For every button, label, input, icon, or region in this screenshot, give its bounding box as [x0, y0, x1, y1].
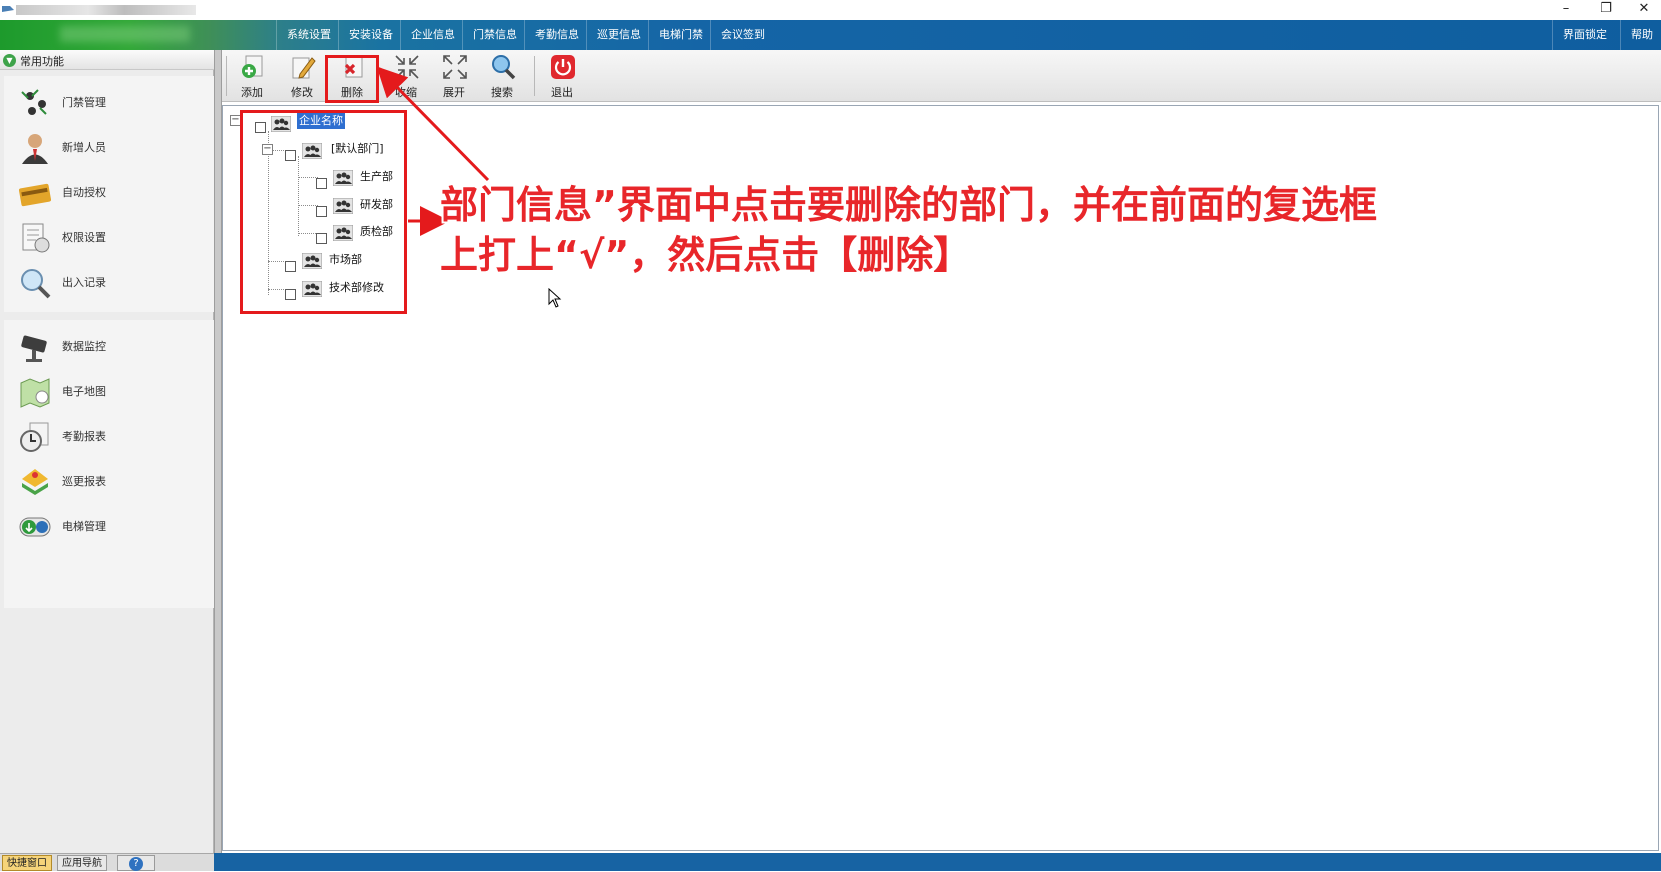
expand-arrows-icon	[443, 55, 467, 79]
menu-system-settings[interactable]: 系统设置	[276, 20, 341, 50]
sidebar-splitter[interactable]	[214, 50, 222, 853]
menu-access-info[interactable]: 门禁信息	[462, 20, 527, 50]
sidebar-item-new-person[interactable]: 新增人员	[12, 127, 202, 167]
annotation-highlight-tree	[240, 110, 407, 314]
sidebar-item-patrol-report[interactable]: 巡更报表	[12, 461, 202, 501]
tab-quick-window[interactable]: 快捷窗口	[2, 855, 52, 871]
status-bar	[214, 853, 1661, 871]
brand-logo-blurred	[60, 26, 190, 42]
annotation-highlight-delete	[325, 55, 379, 103]
close-button[interactable]: ✕	[1626, 0, 1661, 20]
collapse-button[interactable]: 收缩	[382, 52, 430, 100]
window-title-blurred	[16, 5, 196, 15]
annotation-line-2: 上打上“√”，然后点击【删除】	[440, 233, 972, 277]
collapse-arrow-icon[interactable]: ▼	[3, 54, 16, 67]
card-icon	[18, 183, 52, 207]
menu-patrol-info[interactable]: 巡更信息	[586, 20, 651, 50]
add-button[interactable]: 添加	[228, 52, 276, 100]
edit-button[interactable]: 修改	[278, 52, 326, 100]
menu-attendance-info[interactable]: 考勤信息	[524, 20, 589, 50]
elevator-icon	[19, 517, 51, 537]
title-bar: – ❐ ✕	[0, 0, 1661, 20]
toolbar-separator	[226, 56, 227, 96]
map-icon	[20, 378, 50, 408]
menu-lock-ui[interactable]: 界面锁定	[1552, 20, 1617, 50]
sidebar-item-attendance-report[interactable]: 考勤报表	[12, 416, 202, 456]
patrol-icon	[22, 469, 48, 495]
mouse-cursor-icon	[548, 288, 562, 308]
clock-report-icon	[20, 422, 49, 452]
sidebar-item-permission-settings[interactable]: 权限设置	[12, 217, 202, 257]
menu-install-devices[interactable]: 安装设备	[338, 20, 403, 50]
search-icon	[492, 55, 516, 80]
sidebar-group-common: 门禁管理 新增人员 自动授权 权限设置 出入记录	[4, 76, 214, 312]
help-icon: ?	[129, 857, 143, 871]
menu-meeting-signin[interactable]: 会议签到	[710, 20, 775, 50]
sidebar-item-elevator-management[interactable]: 电梯管理	[12, 506, 202, 546]
menu-elevator-access[interactable]: 电梯门禁	[648, 20, 713, 50]
menu-bar: 系统设置 安装设备 企业信息 门禁信息 考勤信息 巡更信息 电梯门禁 会议签到 …	[0, 20, 1661, 50]
toolbar: 添加 修改 删除 收缩 展开 搜索 退出	[222, 50, 1661, 102]
person-icon	[22, 134, 48, 164]
search-button[interactable]: 搜索	[478, 52, 526, 100]
power-icon	[551, 55, 575, 79]
edit-pencil-icon	[292, 57, 316, 79]
camera-icon	[21, 335, 47, 362]
exit-button[interactable]: 退出	[538, 52, 586, 100]
tab-app-navigation[interactable]: 应用导航	[57, 855, 107, 871]
add-icon	[242, 55, 263, 78]
help-tab[interactable]: ?	[117, 855, 155, 871]
sidebar-item-data-monitor[interactable]: 数据监控	[12, 326, 202, 366]
app-icon	[2, 6, 14, 12]
restore-button[interactable]: ❐	[1588, 0, 1624, 20]
expand-button[interactable]: 展开	[430, 52, 478, 100]
door-access-icon	[21, 89, 47, 115]
sidebar-item-e-map[interactable]: 电子地图	[12, 371, 202, 411]
sidebar: ▼ 常用功能 门禁管理 新增人员 自动授权 权限设置 出入记录 数据监控 电子地…	[0, 50, 214, 853]
sidebar-item-auto-authorize[interactable]: 自动授权	[12, 172, 202, 212]
permission-doc-icon	[22, 223, 50, 253]
collapse-arrows-icon	[395, 55, 419, 79]
annotation-instruction-text: 部门信息”界面中点击要删除的部门，并在前面的复选框 上打上“√”，然后点击【删除…	[440, 180, 1460, 280]
sidebar-item-access-records[interactable]: 出入记录	[12, 262, 202, 302]
menu-help[interactable]: 帮助	[1620, 20, 1661, 50]
annotation-line-1: 部门信息”界面中点击要删除的部门，并在前面的复选框	[440, 183, 1377, 227]
sidebar-header[interactable]: ▼ 常用功能	[0, 50, 214, 70]
sidebar-item-door-access[interactable]: 门禁管理	[12, 82, 202, 122]
toolbar-separator	[534, 56, 535, 96]
sidebar-group-reports: 数据监控 电子地图 考勤报表 巡更报表 电梯管理	[4, 320, 214, 608]
menu-company-info[interactable]: 企业信息	[400, 20, 465, 50]
sidebar-header-label: 常用功能	[20, 55, 64, 68]
minimize-button[interactable]: –	[1548, 0, 1584, 20]
sidebar-footer-tabs: 快捷窗口 应用导航 ?	[0, 853, 214, 871]
magnifier-record-icon	[21, 269, 51, 299]
